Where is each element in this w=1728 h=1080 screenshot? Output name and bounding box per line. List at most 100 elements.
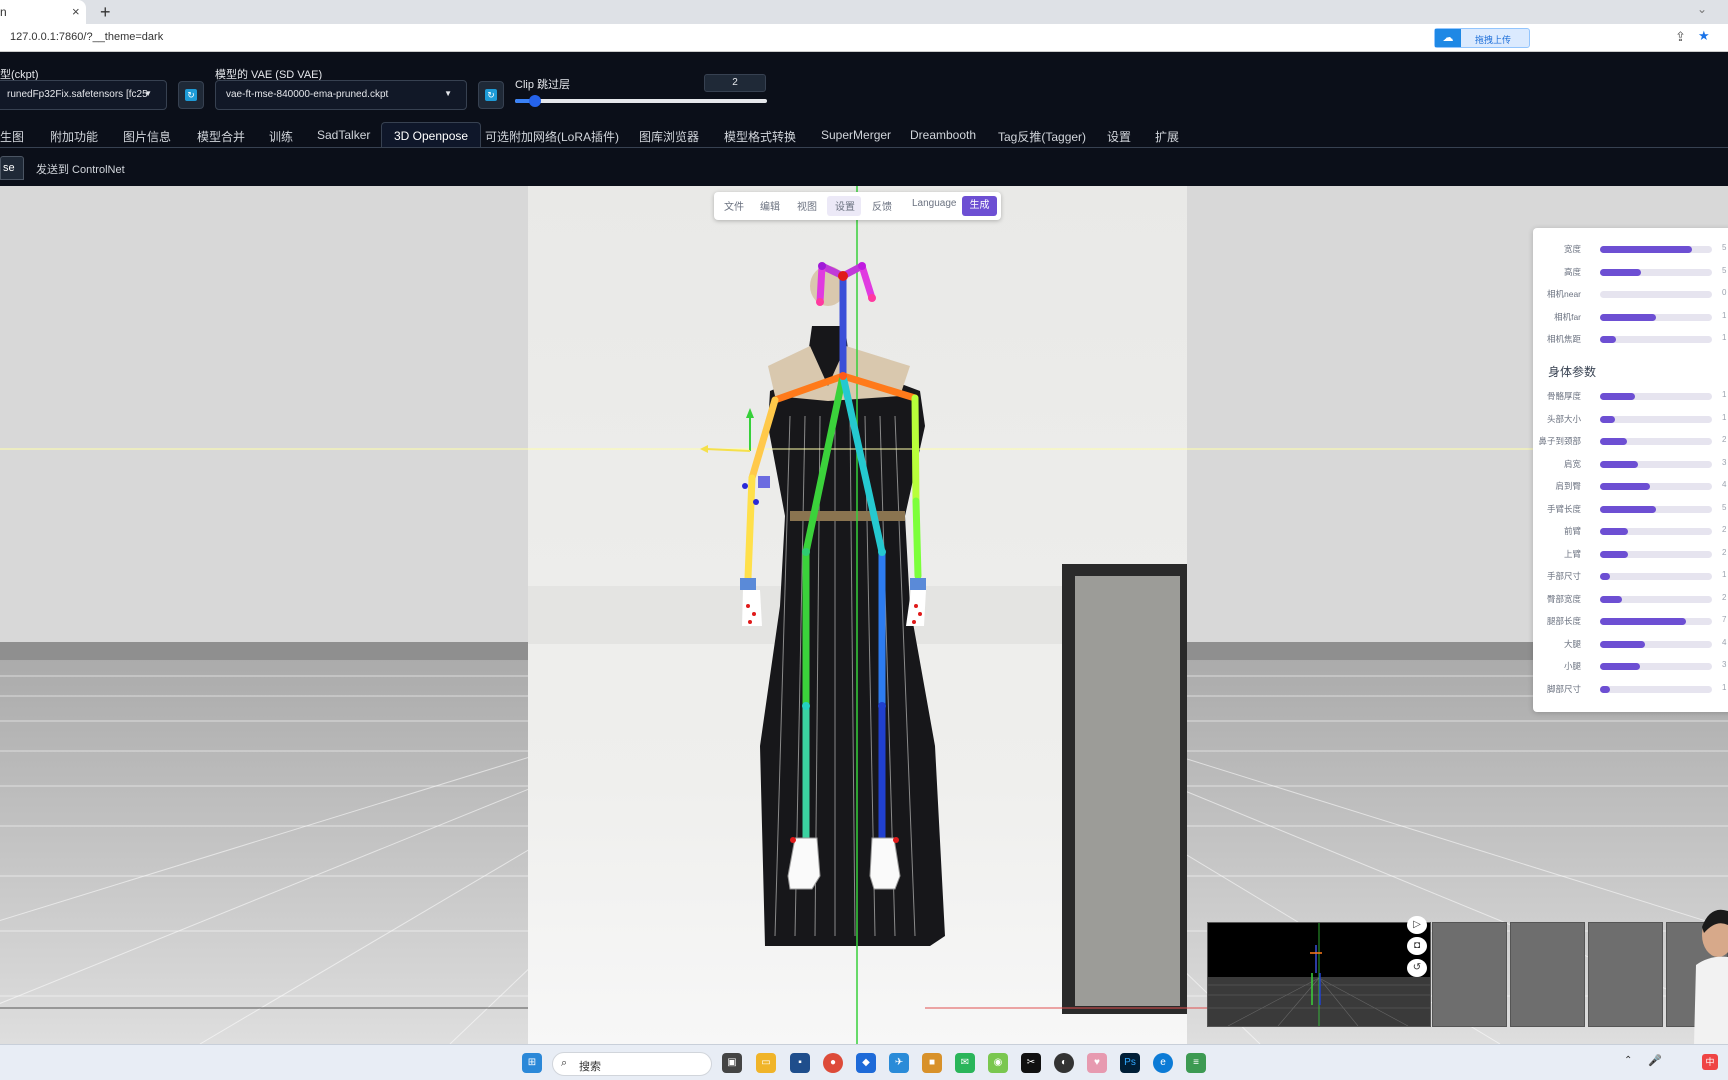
param-slider[interactable] [1600,550,1712,558]
chevron-down-icon[interactable]: ⌄ [1697,2,1707,16]
preview-thumbnail-empty[interactable] [1588,922,1663,1027]
input-method-icon[interactable]: 中 [1702,1054,1718,1070]
preview-thumbnail-empty[interactable] [1432,922,1507,1027]
share-icon[interactable]: ⇪ [1675,29,1686,45]
param-slider[interactable] [1600,528,1712,535]
close-tab-icon[interactable]: × [72,4,80,19]
param-slider[interactable] [1600,640,1712,648]
checkpoint-dropdown[interactable]: runedFp32Fix.safetensors [fc25 ▼ [0,80,167,110]
param-row[interactable]: 小腿 3 [1533,660,1728,674]
param-slider[interactable] [1600,460,1712,468]
param-slider[interactable] [1600,393,1712,400]
app-icon-pink[interactable]: ♥ [1087,1053,1107,1073]
chrome-icon[interactable]: ● [823,1053,843,1073]
openpose-3d-viewport[interactable] [0,186,1728,1044]
new-tab-icon[interactable]: + [100,2,111,23]
param-row[interactable]: 大腿 4 [1533,638,1728,652]
tab-0[interactable]: 生图 [0,122,24,148]
tab-7[interactable]: 可选附加网络(LoRA插件) [485,122,619,148]
menu-item-0[interactable]: 文件 [724,198,744,213]
menu-item-5[interactable]: Language [912,198,957,209]
tray-expand-icon[interactable]: ⌃ [1624,1055,1632,1066]
menu-item-3[interactable]: 设置 [835,198,855,213]
param-row[interactable]: 相机near 0 [1533,288,1728,302]
param-slider[interactable] [1600,663,1712,670]
param-row[interactable]: 前臂 2 [1533,525,1728,539]
refresh-vae-button[interactable]: ↻ [478,81,504,109]
param-row[interactable]: 上臂 2 [1533,548,1728,562]
app-icon-dark[interactable]: ◐ [1054,1053,1074,1073]
tab-11[interactable]: Dreambooth [910,122,976,148]
menu-item-4[interactable]: 反馈 [872,198,892,213]
param-slider[interactable] [1600,505,1712,513]
param-slider[interactable] [1600,618,1712,625]
save-app-icon[interactable]: ▪ [790,1053,810,1073]
edge-icon[interactable]: e [1153,1053,1173,1073]
photoshop-icon[interactable]: Ps [1120,1053,1140,1073]
tab-12[interactable]: Tag反推(Tagger) [998,122,1086,148]
param-row[interactable]: 相机far 1 [1533,311,1728,325]
tab-3[interactable]: 模型合并 [197,122,245,148]
app-icon-bird[interactable]: ✈ [889,1053,909,1073]
subtab-1[interactable]: 发送到 ControlNet [36,156,125,180]
generate-button[interactable]: 生成 [962,196,997,216]
param-row[interactable]: 手部尺寸 1 [1533,570,1728,584]
refresh-checkpoint-button[interactable]: ↻ [178,81,204,109]
microphone-icon[interactable]: 🎤 [1648,1054,1662,1067]
param-row[interactable]: 相机焦距 1 [1533,333,1728,347]
browser-tab[interactable]: n × [0,0,86,24]
tab-13[interactable]: 设置 [1107,122,1131,148]
menu-item-1[interactable]: 编辑 [760,198,780,213]
param-row[interactable]: 宽度 5 [1533,243,1728,257]
tab-4[interactable]: 训练 [269,122,293,148]
clip-skip-number-input[interactable]: 2 [704,74,766,92]
file-explorer-icon[interactable]: ▭ [756,1053,776,1073]
tab-1[interactable]: 附加功能 [50,122,98,148]
app-icon-orange[interactable]: ■ [922,1053,942,1073]
param-row[interactable]: 鼻子到颈部 2 [1533,435,1728,449]
windows-start-icon[interactable]: ⊞ [522,1053,542,1073]
tab-10[interactable]: SuperMerger [821,122,891,148]
param-slider[interactable] [1600,268,1712,276]
wechat-icon[interactable]: ✉ [955,1053,975,1073]
bookmark-star-icon[interactable]: ★ [1698,28,1710,44]
tab-5[interactable]: SadTalker [317,122,370,148]
param-slider[interactable] [1600,415,1712,423]
capcut-icon[interactable]: ✂ [1021,1053,1041,1073]
notepad-icon[interactable]: ≡ [1186,1053,1206,1073]
param-slider[interactable] [1600,685,1712,693]
play-icon[interactable]: ▷ [1407,916,1427,934]
param-slider[interactable] [1600,573,1712,580]
preview-thumbnail-empty[interactable] [1510,922,1585,1027]
param-slider[interactable] [1600,246,1712,253]
param-slider[interactable] [1600,483,1712,490]
taskbar-search-box[interactable]: ⌕ 搜索 [552,1052,712,1076]
param-slider[interactable] [1600,336,1712,343]
param-slider[interactable] [1600,595,1712,603]
app-icon-blue[interactable]: ◆ [856,1053,876,1073]
param-row[interactable]: 头部大小 1 [1533,413,1728,427]
app-icon-green[interactable]: ◉ [988,1053,1008,1073]
vae-dropdown[interactable]: vae-ft-mse-840000-ema-pruned.ckpt ▼ [215,80,467,110]
preview-thumbnail[interactable] [1207,922,1431,1027]
camera-icon[interactable]: ◘ [1407,937,1427,955]
param-row[interactable]: 腿部长度 7 [1533,615,1728,629]
tab-2[interactable]: 图片信息 [123,122,171,148]
undo-icon[interactable]: ↺ [1407,959,1427,977]
param-slider[interactable] [1600,313,1712,321]
param-row[interactable]: 臀部宽度 2 [1533,593,1728,607]
url-text[interactable]: 127.0.0.1:7860/?__theme=dark [10,31,163,43]
subtab-0[interactable]: se [0,156,24,180]
task-view-icon[interactable]: ▣ [722,1053,742,1073]
tab-6[interactable]: 3D Openpose [381,122,482,148]
upload-extension-button[interactable]: ☁ 拖拽上传 [1434,28,1530,48]
clip-skip-slider[interactable] [515,95,767,107]
param-row[interactable]: 手臂长度 5 [1533,503,1728,517]
param-slider[interactable] [1600,438,1712,445]
param-slider[interactable] [1600,291,1712,298]
param-row[interactable]: 高度 5 [1533,266,1728,280]
address-bar[interactable]: 127.0.0.1:7860/?__theme=dark ☁ 拖拽上传 ⇪ ★ [0,24,1728,52]
param-row[interactable]: 脚部尺寸 1 [1533,683,1728,697]
param-row[interactable]: 骨骼厚度 1 [1533,390,1728,404]
tab-9[interactable]: 模型格式转换 [724,122,796,148]
